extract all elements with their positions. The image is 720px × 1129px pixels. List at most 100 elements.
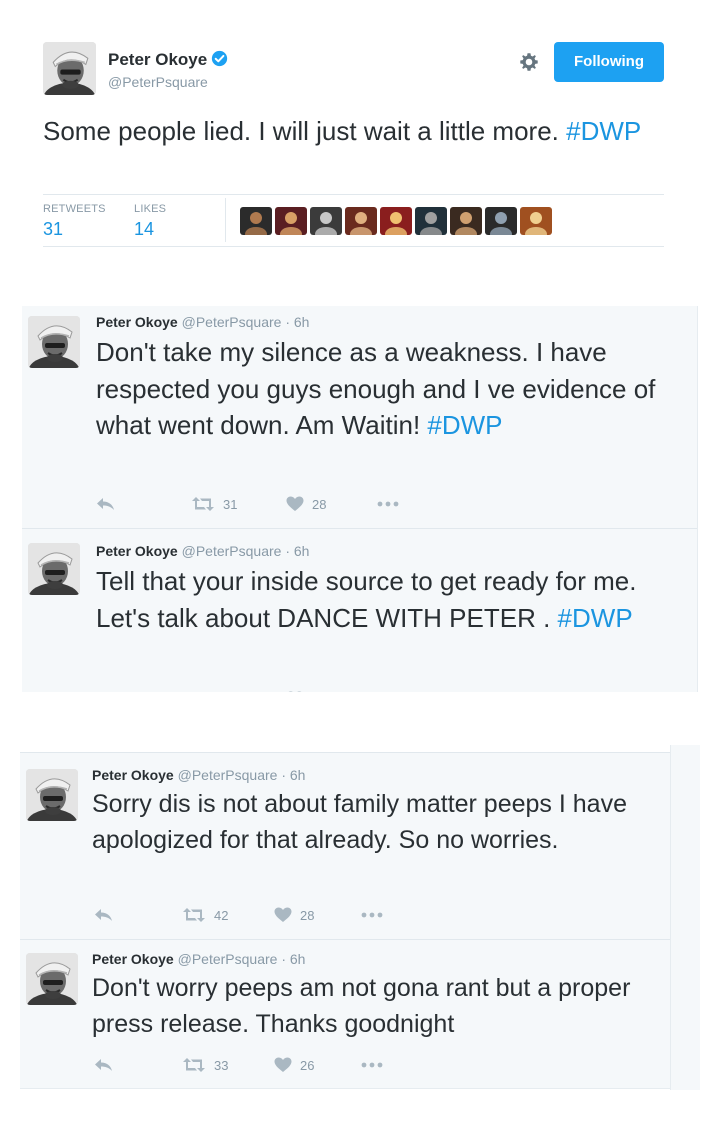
liker-avatar[interactable] [380,207,412,235]
author-handle[interactable]: @PeterPsquare [182,543,282,559]
tweet-list-panel: Peter Okoye @PeterPsquare · 6h Don't tak… [22,306,698,692]
gear-icon[interactable] [518,51,540,73]
tweet-text-body: Sorry dis is not about family matter pee… [92,790,627,854]
retweet-icon [182,907,206,923]
tweet-text-body: Tell that your inside source to get read… [96,566,637,633]
panel-edge [670,745,700,1090]
following-button[interactable]: Following [554,42,664,82]
like-icon [274,1057,292,1073]
retweets-count[interactable]: 31 [43,219,106,240]
more-button[interactable] [377,501,399,507]
reply-button[interactable] [94,907,114,923]
like-button[interactable]: 26 [274,1057,314,1073]
reply-button[interactable] [96,691,116,692]
timestamp[interactable]: · 6h [285,543,309,559]
retweet-count: 33 [214,1057,229,1073]
retweet-icon [191,691,215,692]
tweet-text: Sorry dis is not about family matter pee… [92,787,664,858]
tweet-actions: 33 26 [94,1055,454,1075]
author-handle[interactable]: @PeterPsquare [178,767,278,783]
like-button[interactable]: 28 [286,496,326,512]
avatar[interactable] [43,42,96,95]
avatar[interactable] [26,769,78,821]
tweet-text-body: Don't take my silence as a weakness. I h… [96,337,656,440]
author-name[interactable]: Peter Okoye [92,951,174,967]
tweet-text: Don't worry peeps am not gona rant but a… [92,971,664,1042]
liker-avatar[interactable] [310,207,342,235]
hashtag-link[interactable]: #DWP [427,410,502,440]
retweet-icon [182,1057,206,1073]
more-button[interactable] [361,1062,383,1068]
hashtag-link[interactable]: #DWP [558,603,633,633]
retweet-button[interactable] [191,691,215,692]
tweet-text: Some people lied. I will just wait a lit… [43,115,683,148]
author-name-text[interactable]: Peter Okoye [108,50,207,69]
retweet-button[interactable]: 31 [191,496,237,512]
avatar[interactable] [26,953,78,1005]
tweet-actions [96,689,456,692]
tweet-text-body: Some people lied. I will just wait a lit… [43,116,567,146]
reply-icon [94,1057,114,1073]
like-button[interactable]: 28 [274,907,314,923]
like-icon [286,691,304,692]
like-icon [274,907,292,923]
expanded-tweet: Peter Okoye @PeterPsquare Following Some… [0,0,720,270]
liker-avatar[interactable] [240,207,272,235]
liker-avatar[interactable] [450,207,482,235]
like-count: 26 [300,1057,315,1073]
reply-icon [96,691,116,692]
retweet-button[interactable]: 33 [182,1057,228,1073]
likes-stat[interactable]: LIKES 14 [134,203,166,240]
likes-label: LIKES [134,203,167,215]
author-name[interactable]: Peter Okoye [108,50,228,70]
retweets-label: RETWEETS [43,203,106,215]
divider [43,246,664,247]
tweet-item[interactable]: Peter Okoye @PeterPsquare · 6h Don't wor… [20,940,670,1089]
liker-avatar[interactable] [520,207,552,235]
verified-badge-icon [211,50,228,67]
more-icon [377,501,399,507]
divider [43,194,664,195]
more-icon [361,1062,383,1068]
liker-avatar[interactable] [345,207,377,235]
tweet-item[interactable]: Peter Okoye @PeterPsquare · 6h Sorry dis… [20,752,670,939]
author-handle[interactable]: @PeterPsquare [108,74,208,90]
timestamp[interactable]: · 6h [285,314,309,330]
timestamp[interactable]: · 6h [281,951,305,967]
retweet-button[interactable]: 42 [182,907,228,923]
tweet-actions: 42 28 [94,905,454,925]
author-name[interactable]: Peter Okoye [92,767,174,783]
likes-count[interactable]: 14 [134,219,166,240]
retweets-stat[interactable]: RETWEETS 31 [43,203,106,240]
tweet-item[interactable]: Peter Okoye @PeterPsquare · 6h Tell that… [22,529,697,692]
tweet-item[interactable]: Peter Okoye @PeterPsquare · 6h Don't tak… [22,306,697,528]
retweet-count: 42 [214,907,229,923]
retweet-count: 31 [223,496,238,512]
reply-icon [94,907,114,923]
tweet-header: Peter Okoye @PeterPsquare · 6h [92,951,305,967]
author-name[interactable]: Peter Okoye [96,314,178,330]
timestamp[interactable]: · 6h [281,767,305,783]
tweet-actions: 31 28 [96,494,456,514]
hashtag-link[interactable]: #DWP [566,116,641,146]
tweet-header: Peter Okoye @PeterPsquare · 6h [96,543,309,559]
tweet-text: Don't take my silence as a weakness. I h… [96,334,686,444]
like-button[interactable] [286,691,304,692]
avatar[interactable] [28,543,80,595]
tweet-header: Peter Okoye @PeterPsquare · 6h [92,767,305,783]
liker-avatar[interactable] [485,207,517,235]
liker-avatar[interactable] [415,207,447,235]
author-handle[interactable]: @PeterPsquare [178,951,278,967]
tweet-list-panel: Peter Okoye @PeterPsquare · 6h Sorry dis… [20,752,670,1089]
avatar[interactable] [28,316,80,368]
reply-button[interactable] [96,496,116,512]
like-count: 28 [312,496,327,512]
more-button[interactable] [361,912,383,918]
tweet-header: Peter Okoye @PeterPsquare · 6h [96,314,309,330]
author-handle[interactable]: @PeterPsquare [182,314,282,330]
reply-button[interactable] [94,1057,114,1073]
liker-avatar[interactable] [275,207,307,235]
author-name[interactable]: Peter Okoye [96,543,178,559]
retweet-icon [191,496,215,512]
liker-avatars [240,207,552,235]
